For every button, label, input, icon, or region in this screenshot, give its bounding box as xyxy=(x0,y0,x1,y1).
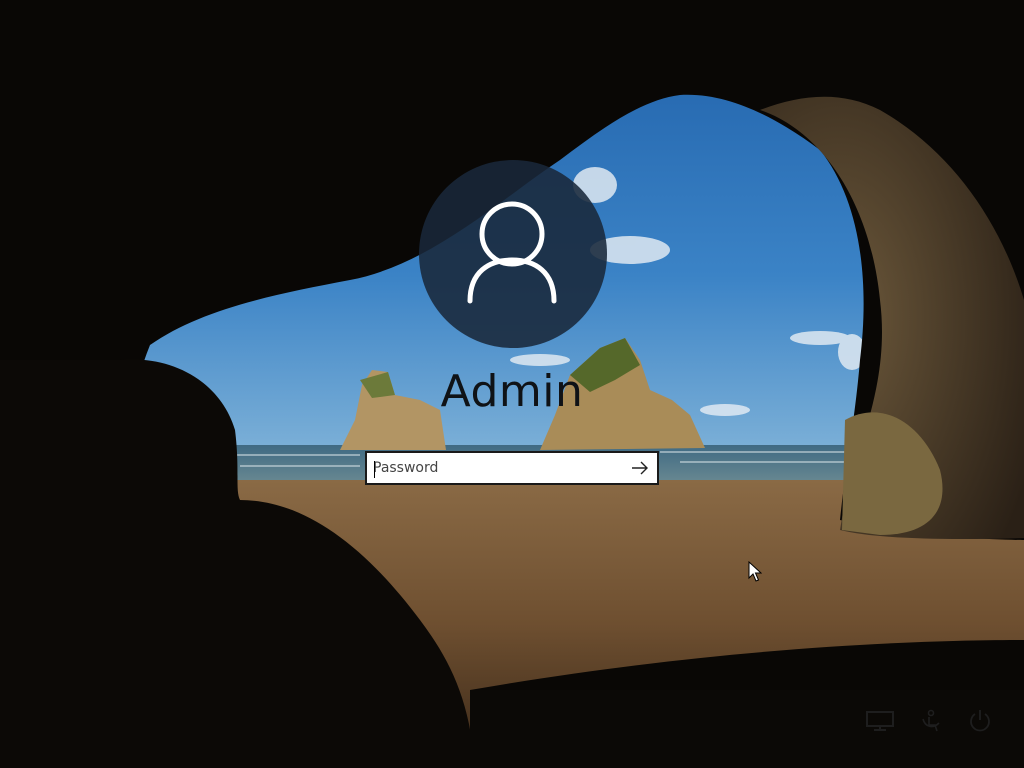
user-silhouette-icon xyxy=(467,201,557,304)
ease-of-access-button[interactable] xyxy=(912,706,948,736)
mouse-pointer-icon xyxy=(748,561,762,582)
network-button[interactable] xyxy=(862,706,898,736)
password-input[interactable] xyxy=(373,455,621,481)
password-box[interactable] xyxy=(365,451,659,485)
text-caret xyxy=(374,461,375,478)
ease-of-access-icon xyxy=(922,709,940,732)
user-avatar xyxy=(419,160,607,348)
power-icon xyxy=(970,710,990,732)
network-icon xyxy=(866,711,894,731)
username-label: Admin xyxy=(440,366,584,417)
power-button[interactable] xyxy=(962,706,998,736)
arrow-right-icon xyxy=(632,461,648,475)
submit-button[interactable] xyxy=(625,454,655,482)
